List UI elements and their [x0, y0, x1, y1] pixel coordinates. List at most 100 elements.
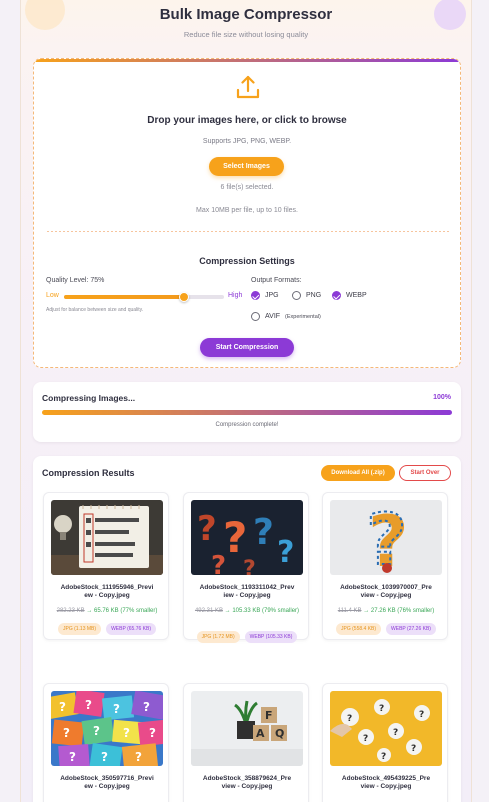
svg-text:?: ?: [143, 700, 150, 714]
svg-text:Q: Q: [275, 727, 284, 740]
svg-text:?: ?: [63, 726, 70, 740]
page-title: Bulk Image Compressor: [159, 6, 333, 23]
jpg-download-tag[interactable]: JPG (1.13 MB): [57, 623, 102, 635]
format-option-avif[interactable]: AVIF (Experimental): [251, 312, 321, 321]
gradient-topbar: [34, 59, 460, 62]
progress-bar-fill: [42, 410, 452, 415]
svg-text:?: ?: [243, 557, 256, 575]
svg-text:?: ?: [59, 700, 66, 714]
svg-text:A: A: [256, 727, 265, 740]
result-sizes: 111.4 KB → 27.26 KB (76% smaller): [329, 607, 443, 616]
jpg-download-tag[interactable]: JPG (558.4 KB): [336, 623, 382, 635]
result-card: FAQ AdobeStock_358879624_Pre view - Copy.…: [183, 683, 309, 802]
quality-slider-thumb[interactable]: [179, 292, 189, 302]
result-filename: AdobeStock_111955946_Previ ew - Copy.jpeg: [60, 584, 154, 599]
result-filename: AdobeStock_1039970007_Pre view - Copy.jpe…: [340, 584, 432, 599]
result-format-tags: JPG (1.72 MB) WEBP (105.33 KB): [190, 631, 304, 643]
result-card: ??? ???? AdobeStock_495439225_Pre view - …: [322, 683, 448, 802]
progress-title: Compressing Images...: [42, 393, 136, 403]
quality-low-label: Low: [46, 292, 59, 299]
quality-hint: Adjust for balance between size and qual…: [46, 307, 144, 313]
upload-icon: [234, 73, 262, 101]
svg-text:?: ?: [347, 714, 352, 724]
select-images-button[interactable]: Select Images: [209, 157, 284, 176]
svg-text:?: ?: [379, 704, 384, 714]
svg-text:?: ?: [211, 551, 226, 575]
svg-text:?: ?: [123, 726, 130, 740]
format-checkbox-jpg[interactable]: [251, 291, 260, 300]
svg-text:?: ?: [277, 535, 294, 570]
progress-status: Compression complete!: [215, 422, 279, 428]
jpg-download-tag[interactable]: JPG (1.72 MB): [196, 631, 240, 643]
svg-text:?: ?: [197, 509, 217, 549]
results-panel: Compression Results Download All (.zip) …: [33, 456, 461, 802]
result-card: ? ? AdobeStock_1039970007_Pre view - Copy…: [322, 492, 448, 640]
compression-settings-title: Compression Settings: [199, 256, 295, 266]
format-label-avif: AVIF: [265, 313, 281, 320]
compressed-size: → 27.26 KB (76% smaller): [363, 608, 435, 614]
original-size: 111.4 KB: [337, 608, 362, 614]
quality-slider[interactable]: [64, 292, 224, 302]
result-card: ? ? ? ? ? ? AdobeStock_1193311042_Prev ie…: [183, 492, 309, 643]
format-label-webp: WEBP: [346, 292, 367, 299]
page-subtitle: Reduce file size without losing quality: [183, 30, 309, 39]
webp-download-tag[interactable]: WEBP (105.33 KB): [244, 631, 298, 643]
format-checkbox-png[interactable]: [292, 291, 301, 300]
format-note-avif: (Experimental): [285, 313, 321, 320]
result-thumbnail-glowing-question-marks: ? ? ? ? ? ?: [191, 500, 303, 575]
svg-text:F: F: [265, 709, 273, 722]
quality-slider-fill: [64, 295, 184, 299]
result-format-tags: JPG (1.13 MB) WEBP (65.76 KB): [50, 623, 164, 635]
svg-text:?: ?: [69, 750, 76, 764]
format-option-webp[interactable]: WEBP: [332, 291, 367, 300]
result-format-tags: JPG (558.4 KB) WEBP (27.26 KB): [329, 623, 443, 635]
quality-high-label: High: [228, 292, 243, 299]
start-compression-button[interactable]: Start Compression: [200, 338, 294, 357]
svg-text:?: ?: [223, 513, 247, 562]
svg-text:?: ?: [85, 698, 92, 712]
result-filename: AdobeStock_350597716_Previ ew - Copy.jpeg: [60, 775, 154, 790]
app-page: Bulk Image Compressor Reduce file size w…: [20, 0, 472, 802]
max-size-text: Max 10MB per file, up to 10 files.: [196, 207, 298, 214]
compressed-size: → 105.33 KB (79% smaller): [224, 608, 300, 614]
compressed-size: → 65.76 KB (77% smaller): [86, 608, 158, 614]
output-formats-label: Output Formats:: [251, 277, 302, 284]
webp-download-tag[interactable]: WEBP (65.76 KB): [106, 623, 156, 635]
result-card: ???? ???? ??? AdobeStock_350597716_Previ…: [43, 683, 169, 802]
format-checkbox-avif[interactable]: [251, 312, 260, 321]
svg-text:?: ?: [363, 734, 368, 744]
result-thumbnail-speech-bubbles: ??? ????: [330, 691, 442, 766]
result-thumbnail-faq-blocks: FAQ: [191, 691, 303, 766]
result-thumbnail-faq-paper: [51, 500, 163, 575]
svg-text:?: ?: [149, 726, 156, 740]
webp-download-tag[interactable]: WEBP (27.26 KB): [386, 623, 436, 635]
format-checkbox-webp[interactable]: [332, 291, 341, 300]
svg-text:?: ?: [93, 724, 100, 738]
format-option-jpg[interactable]: JPG: [251, 291, 279, 300]
result-thumbnail-mosaic-question-mark: ? ?: [330, 500, 442, 575]
start-over-button[interactable]: Start Over: [399, 465, 451, 481]
original-size: 282.23 KB: [56, 608, 85, 614]
result-card: AdobeStock_111955946_Previ ew - Copy.jpeg…: [43, 492, 169, 640]
download-all-button[interactable]: Download All (.zip): [321, 465, 395, 481]
result-thumbnail-colorful-notes: ???? ???? ???: [51, 691, 163, 766]
format-label-jpg: JPG: [265, 292, 279, 299]
format-label-png: PNG: [306, 292, 322, 299]
svg-text:?: ?: [381, 752, 386, 762]
svg-text:?: ?: [113, 702, 120, 716]
dropzone-title: Drop your images here, or click to brows…: [147, 115, 347, 126]
svg-text:?: ?: [411, 744, 416, 754]
progress-percent: 100%: [433, 394, 451, 401]
results-title: Compression Results: [42, 468, 135, 478]
svg-text:?: ?: [393, 728, 398, 738]
result-filename: AdobeStock_495439225_Pre view - Copy.jpeg: [341, 775, 431, 790]
result-filename: AdobeStock_1193311042_Prev iew - Copy.jpe…: [199, 584, 295, 599]
result-filename: AdobeStock_358879624_Pre view - Copy.jpeg: [202, 775, 292, 790]
original-size: 492.31 KB: [194, 608, 223, 614]
format-option-png[interactable]: PNG: [292, 291, 321, 300]
svg-text:?: ?: [419, 710, 424, 720]
result-sizes: 492.31 KB → 105.33 KB (79% smaller): [190, 607, 304, 616]
upload-dropzone[interactable]: Drop your images here, or click to brows…: [33, 58, 461, 368]
svg-text:?: ?: [253, 512, 274, 553]
supported-formats-text: Supports JPG, PNG, WEBP.: [202, 138, 292, 145]
